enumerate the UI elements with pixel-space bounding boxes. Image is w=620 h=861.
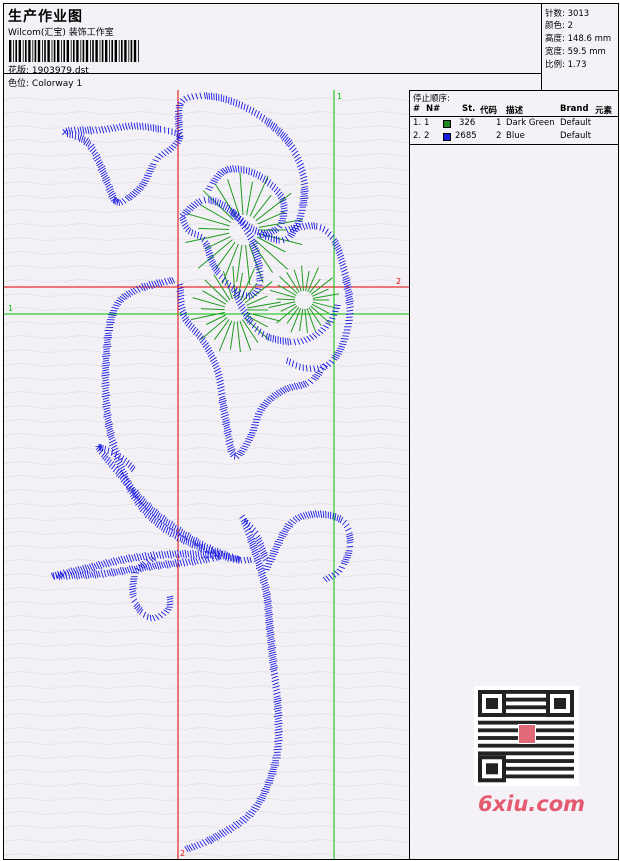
color-swatch [443,133,451,141]
fabric-texture [4,90,409,859]
row-index: 1. [413,118,422,128]
stats-panel: 针数: 3013 颜色: 2 高度: 148.6 mm 宽度: 59.5 mm … [541,4,619,90]
watermark: 6xiu.com [478,792,586,816]
stat-ratio: 比例: 1.73 [545,60,587,70]
stat-colors: 颜色: 2 [545,21,573,31]
qr-code [474,686,579,786]
table-row[interactable]: 2. 2 2685 2 Blue Default [410,131,618,143]
table-row[interactable]: 1. 1 326 1 Dark Green Default [410,118,618,130]
row-description: Dark Green [506,118,555,128]
red-vertical-label: 2 [180,849,185,858]
table-bottom-border [410,144,618,145]
row-brand: Default [560,131,592,141]
embroidery-preview: 1 1 2 2 [4,90,409,859]
table-header: # N# St. 代码 描述 Brand 元素 [410,104,618,117]
colorway-line: 色位: Colorway 1 [8,76,82,89]
green-horizontal-label: 1 [8,304,13,313]
row-code: 2 [496,131,502,141]
green-vertical-label: 1 [337,92,342,101]
design-value: 1903979.dst [31,66,89,76]
red-horizontal-label: 2 [396,277,401,286]
col-index: # [413,104,421,114]
color-swatch [443,120,451,128]
design-canvas[interactable]: 1 1 2 2 [4,90,410,859]
col-description: 描述 [506,106,524,116]
col-brand: Brand [560,104,589,114]
row-number: 1 [424,118,430,128]
colorway-label: 色位: [8,79,30,89]
design-label: 花版: [8,66,30,76]
production-sheet: 生产作业图 Wilcom(汇宝) 装饰工作室 花版: 1903979.dst 色… [3,3,619,860]
row-index: 2. [413,131,422,141]
row-number: 2 [424,131,430,141]
row-stitches: 326 [459,118,476,128]
design-line: 花版: 1903979.dst [8,63,89,76]
company-name: Wilcom(汇宝) 装饰工作室 [8,28,114,38]
barcode [9,40,139,62]
page-title: 生产作业图 [8,9,83,25]
col-stitches: St. [462,104,476,114]
stat-width: 宽度: 59.5 mm [545,47,606,57]
row-code: 1 [496,118,502,128]
header: 生产作业图 Wilcom(汇宝) 装饰工作室 花版: 1903979.dst 色… [4,4,618,91]
row-description: Blue [506,131,525,141]
col-code: 代码 [480,106,498,116]
stat-stitches: 针数: 3013 [545,9,590,19]
col-element: 元素 [595,106,613,116]
stat-height: 高度: 148.6 mm [545,34,612,44]
col-number: N# [426,104,441,114]
stop-sequence-title: 停止顺序: [413,94,450,104]
row-stitches: 2685 [455,131,477,141]
row-brand: Default [560,118,592,128]
colorway-value: Colorway 1 [31,79,83,89]
